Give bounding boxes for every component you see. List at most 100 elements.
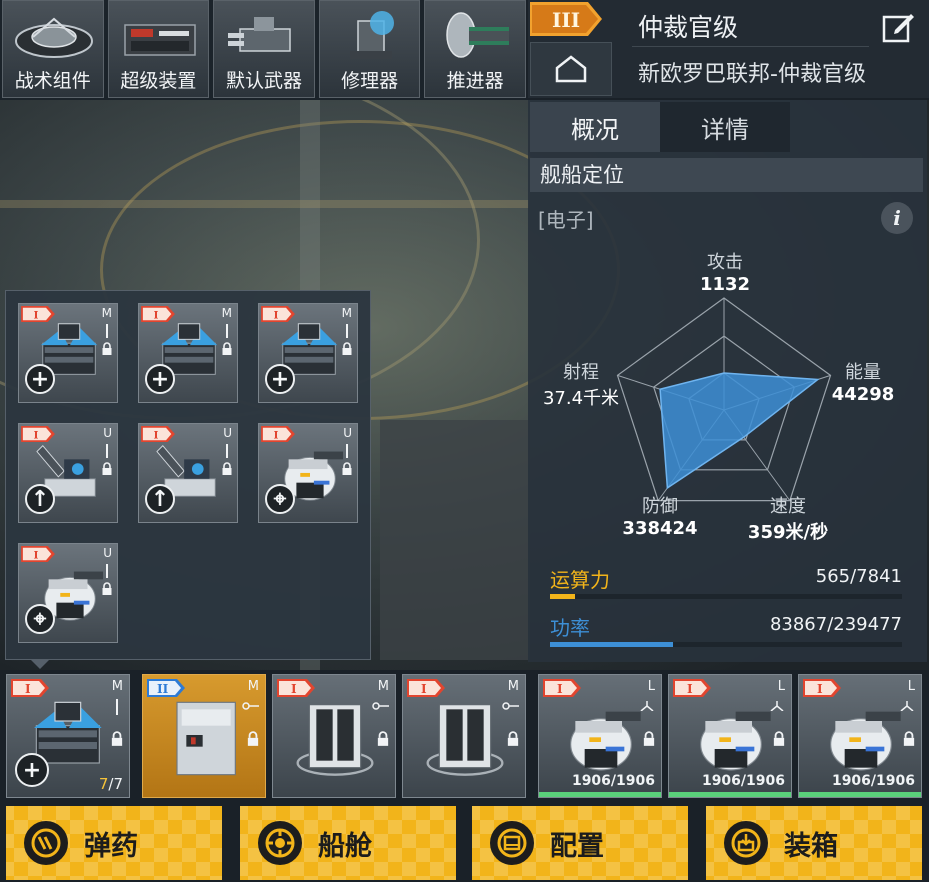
tier-badge-icon: II	[147, 679, 185, 697]
picker-module[interactable]: I U ⌖	[18, 543, 118, 643]
positioning-title: 舰船定位	[530, 158, 923, 192]
slot-size: U	[223, 426, 232, 440]
lock-icon	[643, 731, 655, 746]
hp-value: 1906/1906	[571, 773, 655, 789]
ship-name: 仲裁官级	[638, 13, 739, 42]
lock-icon	[222, 462, 232, 475]
compute-bar-fill	[550, 594, 576, 599]
category-label: 默认武器	[225, 70, 302, 92]
module-picker-popup: I M + I M + I M + I U ↑ I U ↑ I U ⌖ I U ⌖	[5, 290, 371, 669]
equipped-slot[interactable]: II M	[142, 674, 266, 798]
equipped-slot[interactable]: I M +7/7	[6, 674, 130, 798]
picker-module[interactable]: I U ↑	[18, 423, 118, 523]
category-tabs: 战术组件 超级装置 默认武器 修理器 推进器	[0, 0, 526, 100]
target-icon[interactable]: ⌖	[265, 484, 295, 514]
stat-defense-value: 338424	[622, 518, 698, 539]
lock-icon	[222, 342, 232, 355]
picker-module[interactable]: I U ⌖	[258, 423, 358, 523]
config-icon	[490, 821, 534, 865]
tier-badge-icon: I	[141, 426, 175, 442]
category-thruster[interactable]: 推进器	[424, 0, 526, 98]
upgrade-arrow-icon[interactable]: ↑	[25, 484, 55, 514]
stat-attack-value: 1132	[699, 274, 751, 295]
picker-module[interactable]: I M +	[138, 303, 238, 403]
plus-icon[interactable]: +	[15, 753, 49, 787]
module-art	[830, 711, 901, 771]
compute-resource: 运算力 565/7841	[550, 564, 902, 599]
target-icon[interactable]: ⌖	[25, 604, 55, 634]
stat-range-label: 射程	[563, 362, 599, 383]
slot-size: M	[247, 679, 259, 694]
svg-text:I: I	[274, 308, 279, 321]
tier-badge-icon: I	[277, 679, 315, 697]
tab-overview[interactable]: 概况	[530, 102, 660, 152]
svg-text:I: I	[687, 682, 693, 696]
stat-range: 射程 37.4千米	[534, 358, 628, 410]
module-art	[700, 711, 771, 771]
ship-info-panel: 概况 详情 舰船定位 [电子] i 攻击 1132 能量 44298 速度 35…	[528, 100, 927, 662]
category-super-device[interactable]: 超级装置	[107, 0, 210, 98]
category-repairer[interactable]: 修理器	[318, 0, 421, 98]
equipped-slot[interactable]: IM	[272, 674, 396, 798]
svg-text:II: II	[157, 682, 169, 696]
plus-icon[interactable]: +	[145, 364, 175, 394]
picker-module[interactable]: I M +	[258, 303, 358, 403]
ammo-button[interactable]: 弹药	[6, 806, 222, 880]
hp-value: 1906/1906	[701, 773, 785, 789]
category-tactical-component[interactable]: 战术组件	[2, 0, 104, 98]
cabin-button[interactable]: 船舱	[240, 806, 456, 880]
radar-values	[659, 372, 820, 490]
slot-size: M	[377, 679, 389, 694]
thruster-icon	[446, 12, 510, 58]
edit-icon[interactable]	[881, 10, 915, 44]
svg-text:I: I	[25, 682, 31, 696]
tactical-component-icon	[15, 17, 93, 58]
hp-bar	[799, 792, 921, 797]
category-default-weapon[interactable]: 默认武器	[213, 0, 315, 98]
stat-speed: 速度 359米/秒	[740, 492, 836, 544]
power-value: 83867/239477	[769, 614, 902, 635]
info-icon[interactable]: i	[881, 202, 913, 234]
stat-attack-label: 攻击	[707, 252, 743, 273]
packing-button[interactable]: 装箱	[706, 806, 922, 880]
equipped-slot[interactable]: I L 1906/1906	[668, 674, 792, 798]
lock-icon	[377, 731, 389, 746]
picker-module[interactable]: I U ↑	[138, 423, 238, 523]
hp-bar	[539, 792, 661, 797]
upgrade-arrow-icon[interactable]: ↑	[145, 484, 175, 514]
link-icon	[372, 702, 389, 710]
slot-size: U	[103, 426, 112, 440]
lock-icon	[102, 342, 112, 355]
cabin-icon	[258, 821, 302, 865]
default-weapon-icon	[228, 17, 291, 52]
config-label: 配置	[550, 830, 604, 862]
svg-text:III: III	[552, 8, 580, 32]
compute-bar	[550, 594, 902, 599]
equipped-slot[interactable]: IM	[402, 674, 526, 798]
equipped-slot[interactable]: I L 1906/1906	[798, 674, 922, 798]
svg-text:I: I	[34, 548, 39, 561]
plus-icon[interactable]: +	[265, 364, 295, 394]
stat-energy-value: 44298	[831, 384, 895, 405]
stat-defense: 防御 338424	[622, 492, 698, 539]
slot-size: L	[647, 679, 655, 694]
cabin-label: 船舱	[318, 830, 372, 862]
power-bar	[550, 642, 902, 647]
module-art	[296, 704, 374, 776]
config-button[interactable]: 配置	[472, 806, 688, 880]
module-art	[426, 704, 504, 776]
plus-icon[interactable]: +	[25, 364, 55, 394]
stat-range-value: 37.4千米	[542, 388, 620, 409]
svg-text:I: I	[557, 682, 563, 696]
picker-module[interactable]: I M +	[18, 303, 118, 403]
tab-details[interactable]: 详情	[660, 102, 790, 152]
svg-text:I: I	[274, 428, 279, 441]
slot-size: M	[101, 306, 112, 320]
home-button[interactable]	[530, 42, 612, 96]
hp-value: 1906/1906	[831, 773, 915, 789]
stat-defense-label: 防御	[642, 496, 678, 517]
svg-text:I: I	[154, 428, 159, 441]
tier-badge-icon: I	[21, 306, 55, 322]
equipped-slot[interactable]: I L 1906/1906	[538, 674, 662, 798]
svg-text:I: I	[154, 308, 159, 321]
